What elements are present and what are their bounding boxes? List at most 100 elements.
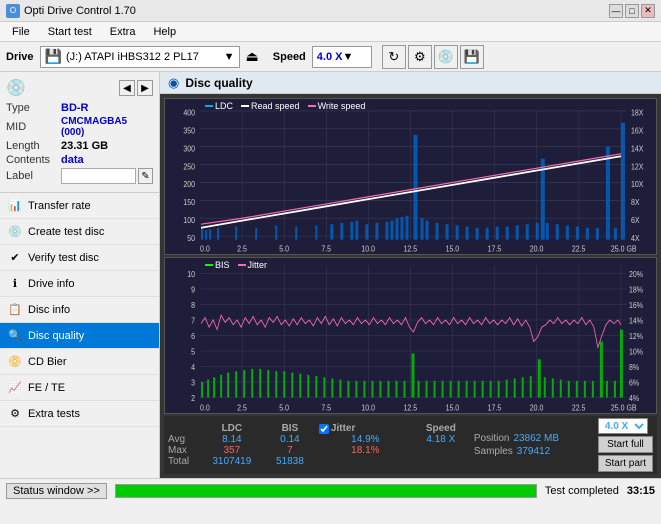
legend-read-speed-label: Read speed: [251, 101, 300, 111]
minimize-button[interactable]: —: [609, 4, 623, 18]
svg-text:400: 400: [183, 108, 195, 118]
content-header-title: Disc quality: [185, 76, 252, 90]
menu-bar: File Start test Extra Help: [0, 22, 661, 42]
test-speed-dropdown[interactable]: 4.0 X 2.0 X 8.0 X: [598, 418, 648, 434]
sidebar-item-drive-info[interactable]: ℹ Drive info: [0, 271, 159, 297]
col-header-ldc: LDC: [203, 423, 261, 434]
sidebar-label-fe-te: FE / TE: [28, 382, 65, 394]
close-button[interactable]: ✕: [641, 4, 655, 18]
status-bar: Status window >> Test completed 33:15: [0, 478, 661, 502]
drive-icon: 💾: [45, 48, 62, 65]
chart1: LDC Read speed Write speed: [164, 98, 657, 255]
svg-text:16X: 16X: [631, 126, 643, 136]
speed-select[interactable]: 4.0 X ▼: [312, 46, 372, 68]
svg-text:18%: 18%: [629, 285, 643, 295]
sidebar-item-cd-bier[interactable]: 📀 CD Bier: [0, 349, 159, 375]
save-button[interactable]: 💾: [460, 45, 484, 69]
sidebar-item-fe-te[interactable]: 📈 FE / TE: [0, 375, 159, 401]
sidebar-item-verify-test-disc[interactable]: ✔ Verify test disc: [0, 245, 159, 271]
svg-text:6%: 6%: [629, 378, 639, 388]
cd-bier-icon: 📀: [8, 355, 22, 369]
start-part-button[interactable]: Start part: [598, 455, 653, 472]
sidebar-item-disc-info[interactable]: 📋 Disc info: [0, 297, 159, 323]
svg-text:7: 7: [191, 316, 195, 326]
svg-text:20.0: 20.0: [530, 403, 544, 413]
sidebar-item-disc-quality[interactable]: 🔍 Disc quality: [0, 323, 159, 349]
total-jitter: [319, 456, 412, 467]
position-row: Position 23862 MB: [474, 433, 594, 444]
window-controls[interactable]: — □ ✕: [609, 4, 655, 18]
disc-quality-icon: 🔍: [8, 329, 22, 343]
chart2-svg: 10 9 8 7 6 5 4 3 2 20% 18% 16% 14% 12% 1…: [165, 258, 656, 413]
contents-value: data: [61, 154, 84, 166]
legend-write-speed-color: [308, 105, 316, 107]
legend-bis-label: BIS: [215, 260, 230, 270]
menu-help[interactable]: Help: [145, 24, 184, 40]
stats-row-max: Max 357 7 18.1%: [168, 445, 470, 456]
drive-select-container[interactable]: 💾 (J:) ATAPI iHBS312 2 PL17 ▼: [40, 46, 240, 68]
content-header-icon: ◉: [168, 75, 179, 91]
sidebar-label-extra-tests: Extra tests: [28, 408, 80, 420]
drive-bar: Drive 💾 (J:) ATAPI iHBS312 2 PL17 ▼ ⏏ Sp…: [0, 42, 661, 72]
sidebar-item-extra-tests[interactable]: ⚙ Extra tests: [0, 401, 159, 427]
type-value: BD-R: [61, 102, 89, 114]
avg-label: Avg: [168, 434, 203, 445]
jitter-checkbox[interactable]: [319, 424, 329, 434]
legend-write-speed: Write speed: [308, 101, 366, 111]
charts-container: LDC Read speed Write speed: [160, 94, 661, 478]
position-label: Position: [474, 433, 510, 444]
svg-text:12.5: 12.5: [403, 403, 417, 413]
progress-bar-container: [115, 484, 537, 498]
disc-next-button[interactable]: ▶: [137, 80, 153, 96]
sidebar-items: 📊 Transfer rate 💿 Create test disc ✔ Ver…: [0, 193, 159, 478]
sidebar: 💿 ◀ ▶ Type BD-R MID CMCMAGBA5 (000) Leng…: [0, 72, 160, 478]
svg-text:5.0: 5.0: [279, 244, 289, 254]
svg-text:4: 4: [191, 362, 196, 372]
verify-test-disc-icon: ✔: [8, 251, 22, 265]
status-text: Test completed: [545, 485, 619, 497]
sidebar-item-transfer-rate[interactable]: 📊 Transfer rate: [0, 193, 159, 219]
menu-file[interactable]: File: [4, 24, 38, 40]
svg-text:25.0 GB: 25.0 GB: [611, 403, 637, 413]
legend-jitter-label: Jitter: [248, 260, 268, 270]
start-full-button[interactable]: Start full: [598, 436, 653, 453]
svg-text:20.0: 20.0: [530, 244, 544, 254]
svg-text:7.5: 7.5: [321, 244, 331, 254]
svg-text:6: 6: [191, 331, 195, 341]
svg-text:5: 5: [191, 347, 195, 357]
drive-dropdown-arrow: ▼: [224, 51, 235, 63]
eject-button[interactable]: ⏏: [246, 48, 259, 65]
disc-prev-button[interactable]: ◀: [119, 80, 135, 96]
buttons-area: 4.0 X 2.0 X 8.0 X Start full Start part: [598, 418, 653, 472]
speed-dropdown-arrow: ▼: [342, 51, 353, 63]
svg-text:12.5: 12.5: [403, 244, 417, 254]
transfer-rate-icon: 📊: [8, 199, 22, 213]
refresh-button[interactable]: ↻: [382, 45, 406, 69]
stats-row-total: Total 3107419 51838: [168, 456, 470, 467]
svg-text:8%: 8%: [629, 362, 639, 372]
max-bis: 7: [261, 445, 319, 456]
menu-start-test[interactable]: Start test: [40, 24, 100, 40]
svg-text:3: 3: [191, 378, 195, 388]
svg-text:4X: 4X: [631, 233, 640, 243]
legend-read-speed: Read speed: [241, 101, 300, 111]
svg-text:16%: 16%: [629, 300, 643, 310]
content-area: ◉ Disc quality LDC Read speed: [160, 72, 661, 478]
label-edit-button[interactable]: ✎: [138, 168, 153, 184]
svg-text:9: 9: [191, 285, 195, 295]
disc-info-icon: 📋: [8, 303, 22, 317]
sidebar-label-create-test-disc: Create test disc: [28, 226, 104, 238]
svg-text:12%: 12%: [629, 331, 643, 341]
settings-button[interactable]: ⚙: [408, 45, 432, 69]
maximize-button[interactable]: □: [625, 4, 639, 18]
max-ldc: 357: [203, 445, 261, 456]
col-header-bis: BIS: [261, 423, 319, 434]
chart1-svg: 400 350 300 250 200 150 100 50 18X 16X 1…: [165, 99, 656, 254]
status-window-button[interactable]: Status window >>: [6, 483, 107, 499]
svg-text:5.0: 5.0: [279, 403, 289, 413]
disc-label-input[interactable]: [61, 168, 136, 184]
sidebar-item-create-test-disc[interactable]: 💿 Create test disc: [0, 219, 159, 245]
menu-extra[interactable]: Extra: [102, 24, 144, 40]
disc-button[interactable]: 💿: [434, 45, 458, 69]
content-header: ◉ Disc quality: [160, 72, 661, 94]
